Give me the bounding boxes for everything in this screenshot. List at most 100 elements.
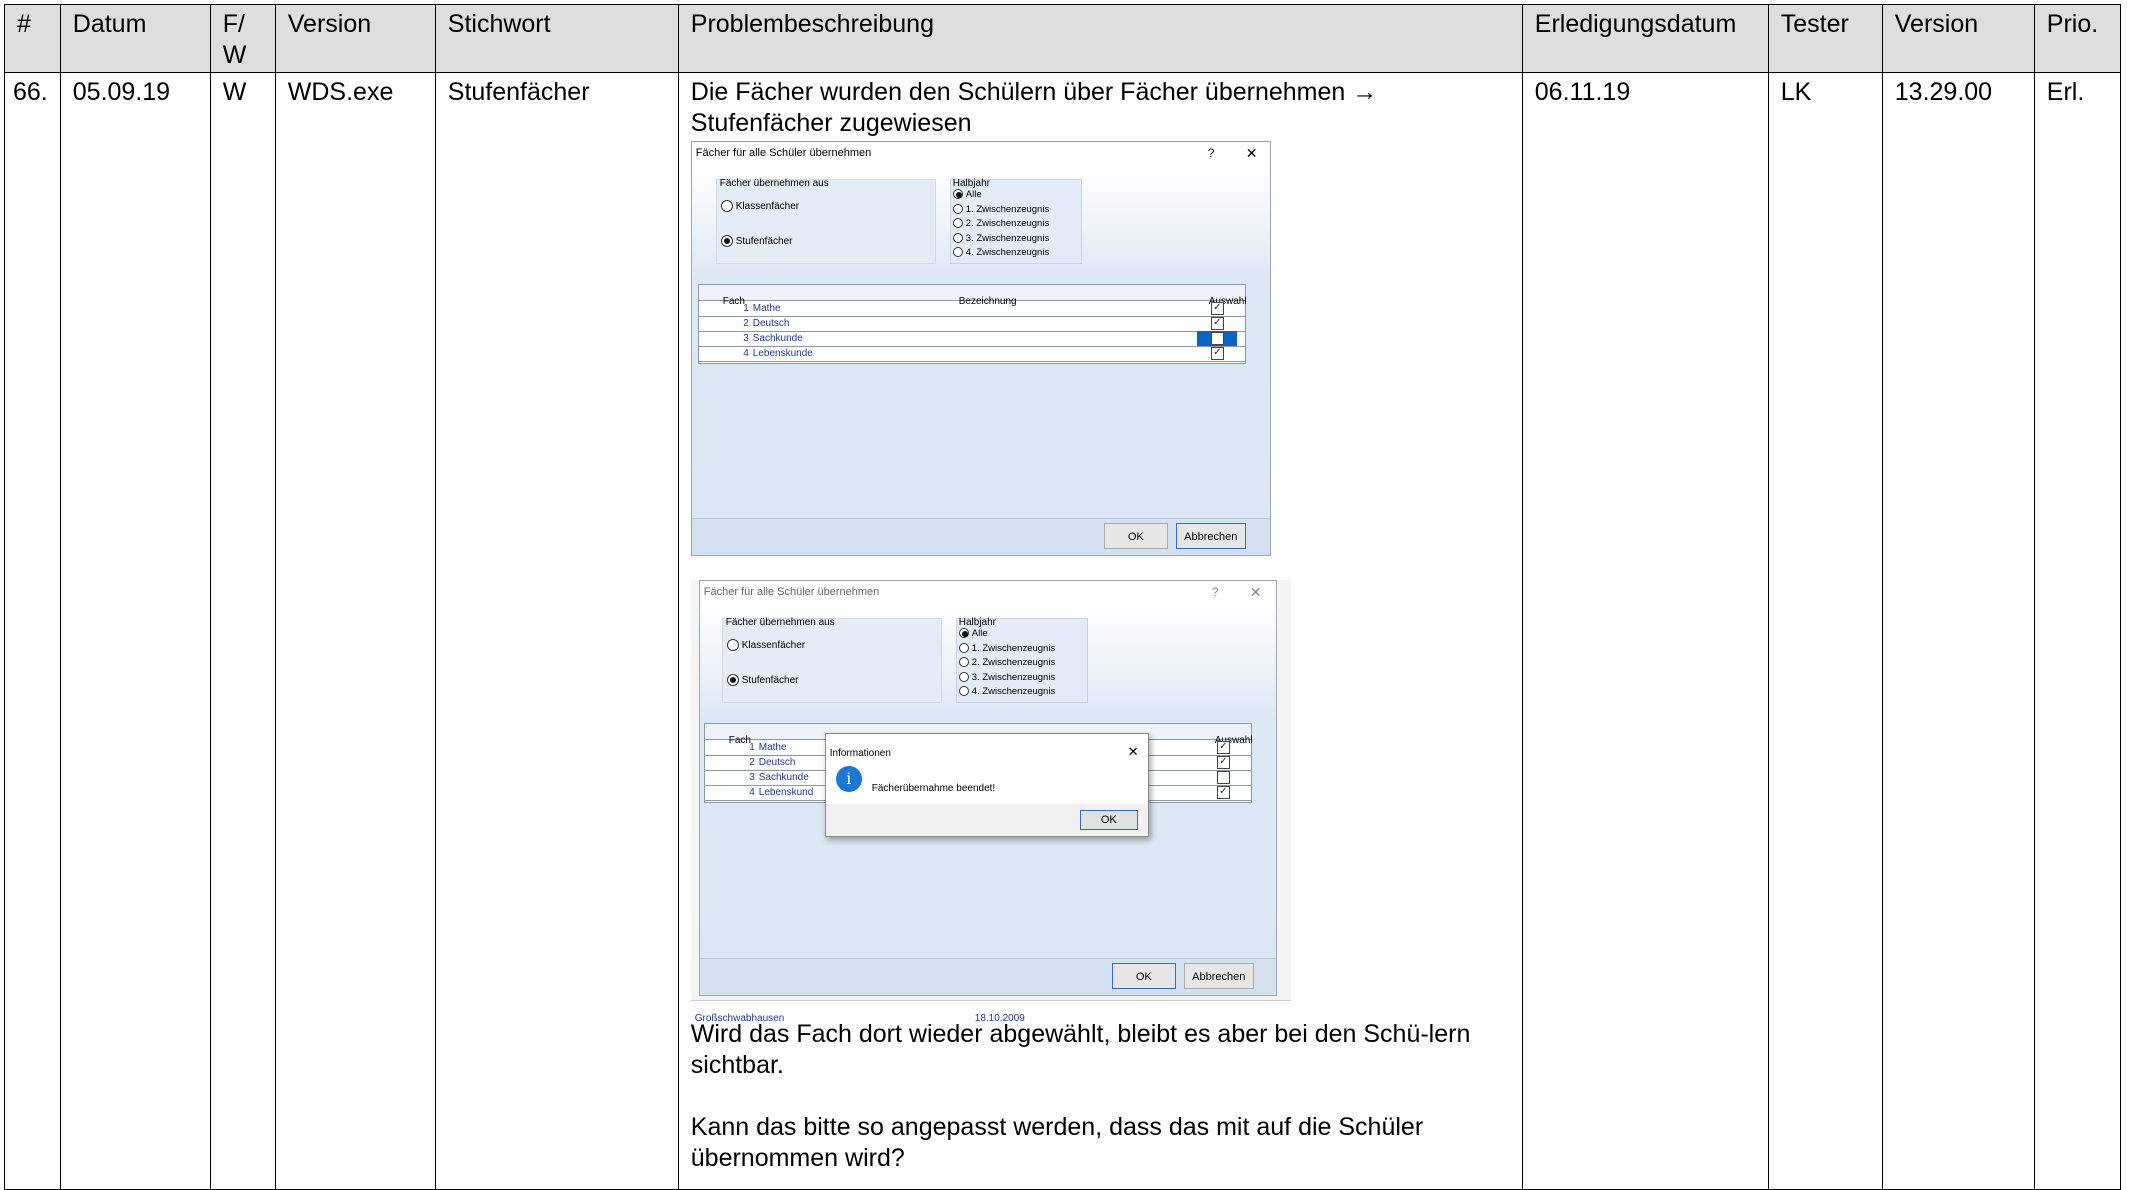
dialog-title: Fächer für alle Schüler übernehmen — [699, 581, 1276, 603]
fach-name: Lebenskund — [758, 787, 814, 798]
checkbox-checked[interactable]: ✓ — [1216, 756, 1230, 769]
radio-label: 2. Zwischenzeugnis — [971, 657, 1056, 668]
info-icon: i — [835, 766, 862, 792]
checkbox-checked[interactable]: ✓ — [1216, 786, 1230, 799]
dialog-title: Fächer für alle Schüler übernehmen — [691, 142, 1270, 164]
ok-button[interactable]: OK — [1103, 523, 1168, 549]
halbjahr-group: Halbjahr Alle 1. Zwischenzeugnis 2. Zwisch… — [949, 178, 1082, 264]
fach-nr: 4 — [743, 348, 749, 359]
checkbox-checked[interactable]: ✓ — [1210, 317, 1224, 330]
auswahl-cell — [1196, 331, 1237, 346]
info-title: Informationen — [829, 748, 891, 759]
radio-klassenfaecher[interactable]: Klassenfächer — [720, 200, 800, 214]
radio-halbjahr-option[interactable]: 4. Zwischenzeugnis — [958, 685, 1056, 700]
cancel-button[interactable]: Abbrechen — [1175, 523, 1246, 549]
checkbox-checked[interactable]: ✓ — [1210, 347, 1224, 360]
checkbox-unchecked[interactable] — [1216, 771, 1230, 784]
fach-nr: 2 — [749, 757, 755, 768]
radio-halbjahr-option[interactable]: 2. Zwischenzeugnis — [952, 217, 1050, 232]
halbjahr-group: Halbjahr Alle 1. Zwischenzeugnis 2. Zwisch… — [955, 617, 1088, 703]
radio-icon — [958, 671, 969, 682]
info-ok-button[interactable]: OK — [1079, 810, 1138, 830]
radio-halbjahr-option[interactable]: 1. Zwischenzeugnis — [952, 203, 1050, 218]
cell-nr: 66. — [4, 72, 61, 1190]
table-row: 66. 05.09.19 W WDS.exe Stufenfächer Die … — [4, 72, 2121, 1190]
checkbox-checked[interactable]: ✓ — [1216, 741, 1230, 754]
radio-selected-icon — [958, 628, 969, 639]
col-header-prio: Prio. — [2033, 4, 2121, 73]
fach-nr: 1 — [743, 303, 749, 314]
radio-label: 3. Zwischenzeugnis — [971, 671, 1056, 683]
fach-name: Mathe — [758, 742, 787, 753]
source-group-label: Fächer übernehmen aus — [725, 617, 835, 628]
cell-fw: W — [209, 72, 276, 1190]
col-header-datum: Datum — [59, 4, 211, 73]
radio-label: 2. Zwischenzeugnis — [965, 218, 1050, 229]
dialog-window: Fächer für alle Schüler übernehmen ? ✕ F… — [690, 141, 1271, 556]
source-group-label: Fächer übernehmen aus — [719, 178, 829, 189]
fach-nr: 2 — [743, 318, 749, 329]
radio-stufenfaecher[interactable]: Stufenfächer — [720, 235, 792, 249]
fach-name: Mathe — [752, 303, 781, 314]
fach-nr: 3 — [749, 772, 755, 783]
radio-halbjahr-option[interactable]: 3. Zwischenzeugnis — [952, 232, 1049, 247]
col-header-problembeschreibung: Problembeschreibung — [677, 4, 1523, 73]
radio-halbjahr-option[interactable]: 4. Zwischenzeugnis — [952, 246, 1049, 261]
radio-icon — [952, 203, 963, 214]
description-text-2: Wird das Fach dort wieder abgewählt, ble… — [690, 1020, 1471, 1079]
radio-halbjahr-option[interactable]: 3. Zwischenzeugnis — [958, 671, 1056, 686]
close-icon[interactable]: ✕ — [1250, 581, 1262, 603]
cell-version: WDS.exe — [274, 72, 436, 1190]
info-dialog: Informationen ✕ i Fächerübernahme beende… — [824, 733, 1149, 837]
fach-name: Deutsch — [758, 757, 796, 768]
halbjahr-options: Alle 1. Zwischenzeugnis 2. Zwischenzeugnis… — [952, 188, 1050, 261]
auswahl-cell: ✓ — [1203, 740, 1243, 755]
radio-klassenfaecher[interactable]: Klassenfächer — [726, 639, 805, 653]
description-text-1: Die Fächer wurden den Schülern über Fäch… — [690, 78, 1378, 137]
table-row[interactable]: 4 Lebenskunde ✓ — [698, 346, 1245, 362]
auswahl-cell: ✓ — [1197, 301, 1237, 316]
description-text-3: Kann das bitte so angepasst werden, dass… — [690, 1113, 1424, 1172]
radio-icon — [720, 200, 733, 213]
col-header-nr: # — [4, 4, 61, 73]
ok-button[interactable]: OK — [1111, 963, 1176, 989]
radio-halbjahr-option[interactable]: Alle — [952, 188, 1049, 203]
header-row: # Datum F/ W Version Stichwort Problembe… — [4, 4, 2121, 73]
cancel-button[interactable]: Abbrechen — [1183, 963, 1254, 989]
info-footer: OK — [825, 804, 1148, 836]
fach-name: Lebenskunde — [752, 348, 813, 359]
close-icon[interactable]: ✕ — [1246, 142, 1258, 164]
radio-halbjahr-option[interactable]: 2. Zwischenzeugnis — [958, 656, 1056, 671]
radio-halbjahr-option[interactable]: Alle — [958, 627, 1055, 642]
table-row[interactable]: 1 Mathe ✓ — [698, 301, 1245, 317]
source-group: Fächer übernehmen aus Klassenfächer Stuf… — [721, 617, 942, 703]
radio-label: 4. Zwischenzeugnis — [971, 686, 1056, 697]
help-icon[interactable]: ? — [1212, 581, 1219, 603]
checkbox-unchecked[interactable] — [1210, 332, 1224, 345]
radio-label: 1. Zwischenzeugnis — [971, 642, 1056, 654]
cell-erledigungsdatum: 06.11.19 — [1521, 72, 1769, 1190]
fach-nr: 3 — [743, 333, 749, 344]
radio-label: Stufenfächer — [741, 675, 799, 686]
table-row[interactable]: 2 Deutsch ✓ — [698, 316, 1245, 332]
close-icon[interactable]: ✕ — [1128, 736, 1139, 767]
help-icon[interactable]: ? — [1208, 142, 1215, 164]
radio-selected-icon — [726, 674, 739, 687]
info-message: Fächerübernahme beendet! — [871, 783, 996, 794]
radio-label: 1. Zwischenzeugnis — [965, 203, 1050, 215]
radio-icon — [952, 218, 963, 229]
col-header-fw: F/ W — [209, 4, 276, 73]
radio-icon — [952, 232, 963, 243]
table-row[interactable]: 3 Sachkunde — [698, 331, 1245, 347]
radio-label: Klassenfächer — [735, 201, 800, 212]
col-header-stichwort: Stichwort — [434, 4, 679, 73]
auswahl-cell: ✓ — [1203, 785, 1243, 800]
checkbox-checked[interactable]: ✓ — [1210, 302, 1224, 315]
radio-icon — [958, 686, 969, 697]
radio-stufenfaecher[interactable]: Stufenfächer — [726, 674, 799, 688]
radio-selected-icon — [952, 189, 963, 200]
grid-header: Fach Bezeichnung Auswahl — [698, 285, 1247, 307]
col-header-erledigungsdatum: Erledigungsdatum — [1521, 4, 1769, 73]
radio-halbjahr-option[interactable]: 1. Zwischenzeugnis — [958, 642, 1056, 657]
cell-tester: LK — [1767, 72, 1883, 1190]
